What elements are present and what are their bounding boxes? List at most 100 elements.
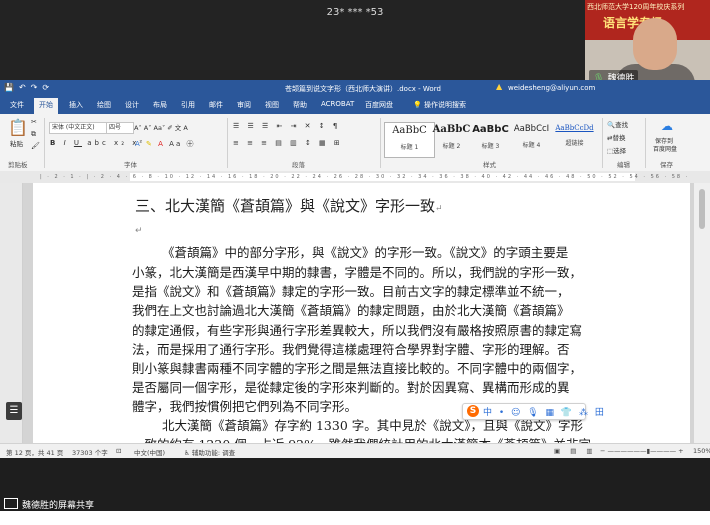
replace-label: 替换 — [612, 134, 626, 142]
presenter-video[interactable]: 西北师范大学120周年校庆系列 语言学专场 🎙 魏德胜 — [585, 0, 710, 88]
tab-baidu-netdisk[interactable]: 百度网盘 — [365, 100, 393, 110]
cloud-icon[interactable]: ☁ — [661, 119, 673, 133]
font-group-label: 字体 — [124, 161, 137, 169]
word-count[interactable]: 37303 个字 — [72, 447, 108, 457]
group-divider — [44, 118, 45, 168]
paste-button[interactable]: 粘贴 — [10, 138, 23, 148]
cut-icon[interactable]: ✂ — [31, 118, 37, 126]
font-format-buttons[interactable]: B I U abc x₂ x² — [50, 139, 145, 147]
font-name-select[interactable]: 宋体 (中文正文) — [49, 122, 107, 134]
empty-paragraph: ↵ — [135, 226, 143, 236]
word-title-bar: 💾↶↷⟳ 苍颉篇到说文字形（西北师大演讲）.docx - Word ▲ weid… — [0, 80, 710, 97]
doc-line[interactable]: 體字，我們按慣例把它們列為不同字形。 — [132, 396, 357, 415]
group-divider — [380, 118, 381, 168]
font-color-buttons[interactable]: A ✎ A Aa ㊉ — [135, 139, 195, 149]
zoom-level[interactable]: 150% — [693, 447, 710, 455]
tab-references[interactable]: 引用 — [181, 100, 195, 110]
status-bar: 第 12 页，共 41 页 37303 个字 ⊡ 中文(中国) ♿ 辅助功能: … — [0, 443, 710, 459]
select-button[interactable]: ⬚选择 — [607, 145, 626, 155]
quick-access-toolbar[interactable]: 💾↶↷⟳ — [4, 83, 54, 92]
style-hyperlink[interactable]: AaBbCcDd 超链接 — [550, 122, 599, 156]
tab-help[interactable]: 帮助 — [293, 100, 307, 110]
paragraph-mark: ↵ — [435, 204, 443, 214]
bottom-strip — [0, 511, 710, 525]
list-buttons[interactable]: ☰ ☰ ☰ ⇤ ⇥ ✕ ↕ ¶ — [233, 122, 340, 130]
lightbulb-icon: 💡 — [413, 101, 424, 109]
accessibility-status[interactable]: ♿ 辅助功能: 调查 — [184, 447, 235, 457]
section-heading[interactable]: 三、北大漢簡《蒼頡篇》與《說文》字形一致↵ — [135, 195, 443, 216]
doc-line[interactable]: 《蒼頡篇》中的部分字形，與《說文》的字形一致。《說文》的字頭主要是 — [162, 242, 568, 261]
doc-line[interactable]: 小篆，北大漢簡是西漢早中期的隸書，字體是不同的。所以，我們說的字形一致， — [132, 262, 582, 281]
proofing-icon[interactable]: ⊡ — [116, 447, 121, 455]
tab-acrobat[interactable]: ACROBAT — [321, 100, 354, 108]
doc-line[interactable]: 則小篆與隸書兩種不同字體的字形之間是無法直接比較的。不同字體中的兩個字， — [132, 358, 582, 377]
save-icon[interactable]: 💾 — [4, 83, 19, 92]
tab-file[interactable]: 文件 — [10, 100, 24, 110]
paste-icon[interactable]: 📋 — [8, 118, 28, 137]
styles-group-label: 样式 — [483, 161, 496, 169]
clipboard-group-label: 剪贴板 — [8, 161, 28, 169]
group-divider — [602, 118, 603, 168]
style-sample: AaBbCcDd — [555, 124, 594, 132]
user-account[interactable]: weidesheng@aliyun.com — [508, 84, 595, 92]
page-count[interactable]: 第 12 页，共 41 页 — [6, 447, 63, 457]
style-heading4[interactable]: AaBbCcI 标题 4 — [507, 122, 556, 156]
doc-line[interactable]: 是指《說文》和《蒼頡篇》隸定的字形一致。目前古文字的隸定標準並不統一， — [132, 281, 570, 300]
tab-mailings[interactable]: 邮件 — [209, 100, 223, 110]
group-divider — [645, 118, 646, 168]
screen-share-icon — [4, 498, 18, 509]
vertical-scrollbar[interactable] — [694, 183, 710, 443]
select-label: 选择 — [613, 147, 627, 155]
tab-draw[interactable]: 绘图 — [97, 100, 111, 110]
doc-line[interactable]: 的隸定通假，有些字形與通行字形差異較大，所以我們沒有嚴格按照原書的隸定寫 — [132, 320, 582, 339]
side-menu-icon[interactable]: ☰ — [6, 402, 22, 420]
tab-view[interactable]: 视图 — [265, 100, 279, 110]
tab-review[interactable]: 审阅 — [237, 100, 251, 110]
refresh-icon[interactable]: ⟳ — [42, 83, 54, 92]
tab-design[interactable]: 设计 — [125, 100, 139, 110]
presenter-face — [633, 18, 677, 70]
paragraph-group-label: 段落 — [292, 161, 305, 169]
doc-line[interactable]: 我們在上文也討論過北大漢簡《蒼頡篇》的隸定問題，由於北大漢簡《蒼頡篇》 — [132, 300, 570, 319]
style-name: 标题 4 — [522, 142, 541, 149]
ribbon-tabs: 文件 开始 插入 绘图 设计 布局 引用 邮件 审阅 视图 帮助 ACROBAT… — [0, 97, 710, 114]
format-painter-icon[interactable]: 🖌 — [31, 142, 40, 150]
scrollbar-thumb[interactable] — [699, 189, 705, 229]
search-icon: 🔍 — [607, 121, 616, 129]
tell-me-label: 操作说明搜索 — [423, 101, 466, 109]
find-button[interactable]: 🔍查找 — [607, 119, 628, 129]
ime-tool-icons[interactable]: 中 • ☺ 🎙 ▦ 👕 ⁂ 田 — [483, 405, 606, 418]
doc-line[interactable]: 是否屬同一個字形，是從隸定後的字形來判斷的。對於因異寫、異構而形成的異 — [132, 377, 570, 396]
undo-icon[interactable]: ↶ — [19, 83, 31, 92]
language-indicator[interactable]: 中文(中国) — [134, 447, 165, 457]
tab-home[interactable]: 开始 — [34, 98, 58, 114]
font-size-select[interactable]: 四号 — [106, 122, 134, 134]
alignment-buttons[interactable]: ≡ ≡ ≡ ▤ ▥ ↕ ▦ ⊞ — [233, 139, 343, 147]
ribbon-home: 📋 粘贴 ✂ ⧉ 🖌 剪贴板 宋体 (中文正文) 四号 A˄ A˅ Aa˅ ✐ … — [0, 114, 710, 172]
accessibility-icon: ♿ — [184, 449, 192, 457]
ime-toolbar[interactable]: S 中 • ☺ 🎙 ▦ 👕 ⁂ 田 — [462, 403, 604, 420]
sogou-logo-icon[interactable]: S — [467, 405, 479, 417]
tab-insert[interactable]: 插入 — [69, 100, 83, 110]
style-name: 超链接 — [565, 140, 584, 147]
doc-line[interactable]: 法，而是採用了通行字形。我們覺得這樣處理符合學界對字體、字形的理解。否 — [132, 339, 570, 358]
editing-group-label: 编辑 — [617, 161, 630, 169]
font-size-buttons[interactable]: A˄ A˅ Aa˅ ✐ 文 A — [134, 122, 188, 132]
baidu-netdisk-label[interactable]: 百度网盘 — [653, 144, 677, 153]
document-title: 苍颉篇到说文字形（西北师大演讲）.docx - Word — [285, 85, 441, 93]
style-sample: AaBbCcI — [513, 124, 550, 134]
copy-icon[interactable]: ⧉ — [31, 130, 36, 139]
warning-icon[interactable]: ▲ — [496, 82, 502, 91]
save-group-label: 保存 — [660, 161, 673, 169]
screen-share-text: 魏德胜的屏幕共享 — [22, 501, 95, 511]
group-divider — [227, 118, 228, 168]
view-mode-icons[interactable]: ▣ ▤ ▥ — [554, 447, 597, 455]
find-label: 查找 — [615, 121, 629, 129]
redo-icon[interactable]: ↷ — [31, 83, 43, 92]
tell-me-search[interactable]: 💡 操作说明搜索 — [413, 100, 466, 110]
tab-layout[interactable]: 布局 — [153, 100, 167, 110]
zoom-slider[interactable]: − ——————▮———— + — [600, 447, 684, 455]
banner-line1: 西北师范大学120周年校庆系列 — [587, 3, 685, 11]
replace-button[interactable]: ⇄替换 — [607, 132, 625, 142]
heading-text: 三、北大漢簡《蒼頡篇》與《說文》字形一致 — [135, 197, 436, 215]
